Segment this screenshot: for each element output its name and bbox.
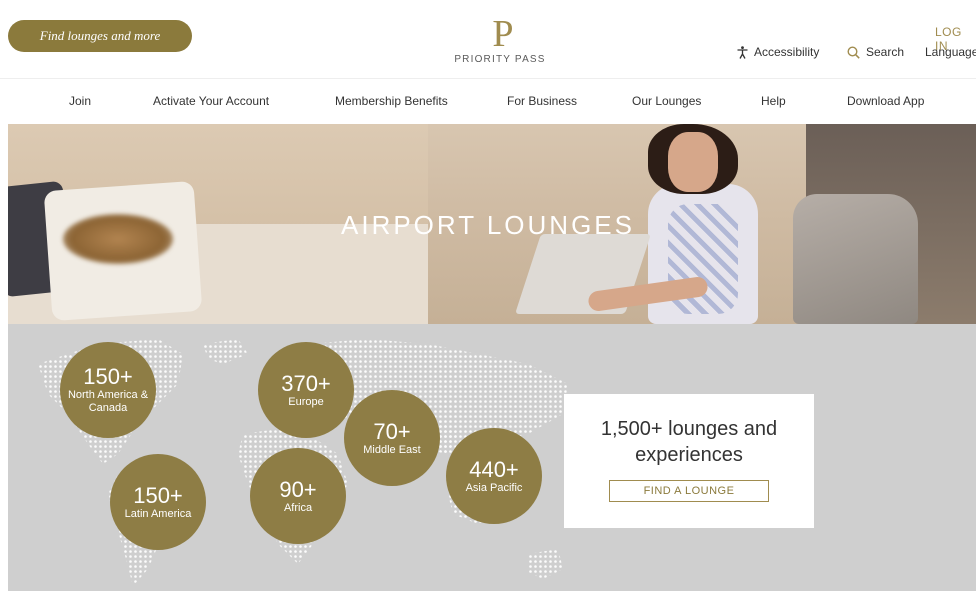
nav-item-download-app[interactable]: Download App	[847, 94, 924, 108]
region-count: 150+	[133, 482, 183, 508]
region-count: 370+	[281, 370, 331, 396]
logo-text: PRIORITY PASS	[454, 54, 546, 65]
logo[interactable]: P PRIORITY PASS	[445, 13, 555, 72]
nav-item-help[interactable]: Help	[761, 94, 786, 108]
nav-item-join[interactable]: Join	[69, 94, 91, 108]
nav-item-membership-benefits[interactable]: Membership Benefits	[335, 94, 448, 108]
region-count: 70+	[373, 418, 411, 444]
region-count: 440+	[469, 456, 519, 482]
lounges-headline: 1,500+ lounges and experiences	[600, 418, 778, 466]
region-latin-america[interactable]: 150+ Latin America	[110, 454, 206, 550]
region-count: 90+	[279, 476, 317, 502]
region-name: Europe	[288, 395, 324, 408]
region-asia-pacific[interactable]: 440+ Asia Pacific	[446, 428, 542, 524]
region-count: 150+	[83, 364, 133, 389]
search-icon	[847, 45, 860, 59]
nav-item-activate-account[interactable]: Activate Your Account	[153, 94, 269, 108]
hero-person-face	[668, 132, 718, 192]
language-selector[interactable]: Language	[925, 45, 976, 59]
region-europe[interactable]: 370+ Europe	[258, 342, 354, 438]
region-name: Africa	[283, 501, 313, 514]
find-lounges-button[interactable]: Find lounges and more	[8, 20, 192, 52]
search-link[interactable]: Search	[847, 45, 904, 59]
lounge-map-section: 150+ North America & Canada 370+ Europe …	[8, 324, 976, 591]
accessibility-icon	[737, 45, 748, 59]
nav-item-for-business[interactable]: For Business	[507, 94, 577, 108]
region-name: North America & Canada	[67, 389, 149, 414]
region-middle-east[interactable]: 70+ Middle East	[344, 390, 440, 486]
accessibility-link[interactable]: Accessibility	[737, 45, 819, 59]
nav-item-our-lounges[interactable]: Our Lounges	[632, 94, 701, 108]
find-a-lounge-button[interactable]: FIND A LOUNGE	[609, 480, 769, 502]
region-north-america[interactable]: 150+ North America & Canada	[60, 342, 156, 438]
region-name: Latin America	[124, 507, 192, 520]
region-name: Asia Pacific	[465, 481, 523, 494]
main-nav: Join Activate Your Account Membership Be…	[0, 78, 976, 124]
region-africa[interactable]: 90+ Africa	[250, 448, 346, 544]
region-name: Middle East	[363, 443, 421, 456]
search-label: Search	[866, 45, 905, 59]
accessibility-label: Accessibility	[754, 45, 820, 59]
site-header: Find lounges and more P PRIORITY PASS LO…	[0, 0, 976, 78]
logo-mark: P	[492, 13, 513, 55]
find-lounge-card: 1,500+ lounges and experiences FIND A LO…	[564, 394, 814, 528]
hero-title: AIRPORT LOUNGES	[341, 210, 635, 240]
